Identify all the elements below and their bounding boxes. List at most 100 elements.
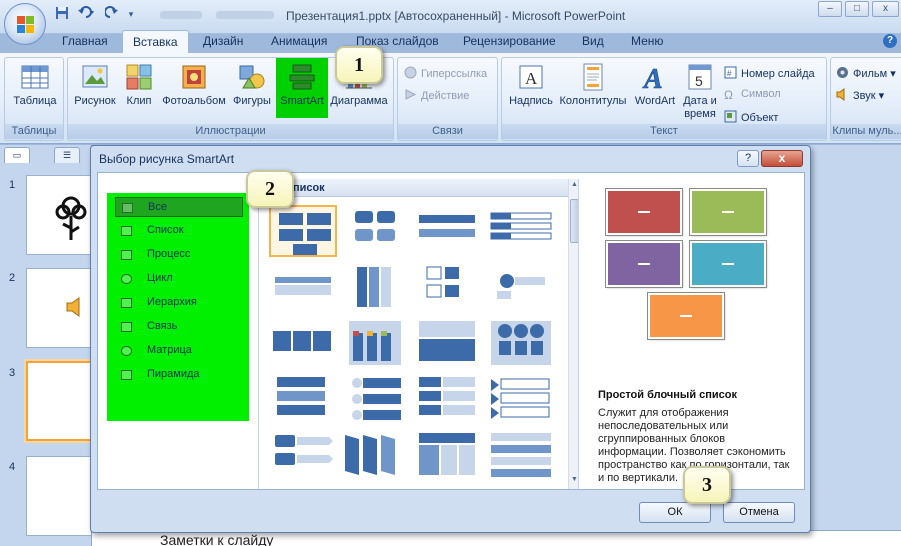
layout-thumbnail[interactable] — [341, 373, 409, 425]
close-window-button[interactable]: x — [872, 1, 899, 17]
gallery-scrollbar[interactable]: ▲ ▼ — [568, 179, 578, 489]
flower-drawing-icon — [55, 196, 87, 240]
category-all[interactable]: Все — [115, 197, 243, 217]
layout-thumbnail[interactable] — [487, 205, 555, 257]
action-button[interactable]: Действие — [404, 88, 469, 102]
pyramid-icon — [121, 370, 132, 380]
photo-album-icon — [182, 65, 206, 89]
layout-thumbnail[interactable] — [413, 373, 481, 425]
layout-thumbnail[interactable] — [269, 429, 337, 481]
layout-thumbnail[interactable] — [341, 317, 409, 369]
qat-customize-icon[interactable]: ▾ — [126, 6, 136, 22]
tab-review[interactable]: Рецензирование — [463, 34, 556, 48]
slides-panel: ▭ ☰ 1 2 3 4 — [0, 145, 92, 546]
shapes-button[interactable]: Фигуры — [231, 62, 273, 107]
sound-button[interactable]: Звук ▾ — [836, 88, 884, 102]
hyperlink-icon — [404, 66, 417, 79]
header-footer-button[interactable]: Колонтитулы — [559, 62, 627, 107]
sound-label: Звук — [853, 90, 876, 102]
object-label: Объект — [741, 112, 779, 124]
slide-thumbnail[interactable] — [26, 456, 92, 536]
tab-menu[interactable]: Меню — [631, 34, 663, 48]
slide-thumbnail-selected[interactable] — [26, 361, 92, 441]
minimize-button[interactable]: – — [818, 1, 842, 17]
object-button[interactable]: Объект — [724, 110, 778, 124]
layout-thumbnail[interactable] — [341, 205, 409, 257]
textbox-button[interactable]: A Надпись — [506, 62, 556, 107]
layout-thumbnail[interactable] — [269, 373, 337, 425]
redo-icon[interactable] — [104, 6, 120, 22]
slide-number-button[interactable]: # Номер слайда — [724, 66, 815, 80]
layout-thumbnail[interactable] — [487, 317, 555, 369]
tab-view[interactable]: Вид — [582, 34, 604, 48]
hyperlink-button[interactable]: Гиперссылка — [404, 66, 487, 80]
layout-thumbnail-selected[interactable] — [269, 205, 337, 257]
category-relationship[interactable]: Связь — [115, 317, 243, 337]
group-links: Гиперссылка Действие Связи — [397, 57, 498, 141]
wordart-button[interactable]: A WordArt — [630, 62, 680, 107]
layout-thumbnail[interactable] — [341, 261, 409, 313]
undo-icon[interactable] — [76, 6, 98, 22]
slide-number-icon: # — [724, 66, 737, 79]
smartart-button[interactable]: SmartArt — [276, 62, 328, 107]
layout-diagram-icon — [352, 378, 401, 420]
slide-number: 1 — [9, 179, 16, 191]
picture-button[interactable]: Рисунок — [71, 62, 119, 107]
category-process[interactable]: Процесс — [115, 245, 243, 265]
scroll-thumb[interactable] — [570, 199, 578, 243]
relationship-icon — [121, 322, 132, 332]
tab-design[interactable]: Дизайн — [203, 34, 243, 48]
slide-thumbnail[interactable] — [26, 268, 92, 348]
dialog-help-button[interactable]: ? — [737, 150, 759, 167]
preview-title: Простой блочный список — [598, 389, 738, 401]
group-label-links: Связи — [398, 124, 497, 139]
category-cycle[interactable]: Цикл — [115, 269, 243, 289]
layout-thumbnail[interactable] — [487, 429, 555, 481]
layout-thumbnail[interactable] — [487, 373, 555, 425]
datetime-button[interactable]: 5 Дата и время — [680, 62, 720, 121]
layout-thumbnail[interactable] — [413, 317, 481, 369]
symbol-button[interactable]: Ω Символ — [724, 88, 781, 102]
clip-button[interactable]: Клип — [122, 62, 156, 107]
table-button[interactable]: Таблица — [11, 62, 59, 107]
tab-animation[interactable]: Анимация — [271, 34, 327, 48]
layout-thumbnail[interactable] — [413, 429, 481, 481]
category-pyramid[interactable]: Пирамида — [115, 365, 243, 385]
layout-thumbnail[interactable] — [269, 317, 337, 369]
maximize-button[interactable]: □ — [845, 1, 869, 17]
table-label: Таблица — [13, 95, 57, 107]
outline-tab-icon[interactable]: ☰ — [54, 147, 80, 163]
category-list: Все Список Процесс Цикл Иерархия Связь М… — [107, 193, 249, 421]
movie-button[interactable]: Фильм ▾ — [836, 66, 896, 80]
layout-thumbnail[interactable] — [487, 261, 555, 313]
category-label: Процесс — [147, 248, 191, 260]
dialog-close-button[interactable]: x — [761, 150, 803, 167]
slide-thumbnail[interactable] — [26, 175, 92, 255]
layout-diagram-icon — [426, 266, 459, 298]
omega-icon: Ω — [724, 88, 733, 102]
layout-thumbnail[interactable] — [269, 261, 337, 313]
scroll-down-icon[interactable]: ▼ — [570, 476, 578, 486]
layout-thumbnail[interactable] — [413, 205, 481, 257]
scroll-up-icon[interactable]: ▲ — [570, 181, 578, 191]
photo-album-button[interactable]: Фотоальбом — [160, 62, 228, 107]
category-matrix[interactable]: Матрица — [115, 341, 243, 361]
help-icon[interactable]: ? — [883, 34, 897, 48]
tab-home[interactable]: Главная — [62, 34, 108, 48]
ok-button[interactable]: ОК — [639, 502, 711, 523]
slides-tab-icon[interactable]: ▭ — [4, 147, 30, 163]
group-label-media: Клипы муль... — [831, 124, 901, 139]
office-button[interactable] — [4, 3, 46, 45]
layout-thumbnail[interactable] — [341, 429, 409, 481]
dialog-content: Все Список Процесс Цикл Иерархия Связь М… — [97, 172, 805, 490]
layout-thumbnail[interactable] — [413, 261, 481, 313]
save-icon[interactable] — [54, 6, 70, 22]
header-footer-icon — [583, 63, 603, 91]
category-label: Иерархия — [147, 296, 197, 308]
tab-insert[interactable]: Вставка — [122, 30, 189, 54]
cancel-button[interactable]: Отмена — [723, 502, 795, 523]
clip-label: Клип — [126, 95, 152, 107]
category-list-item[interactable]: Список — [115, 221, 243, 241]
shapes-icon — [239, 65, 265, 89]
category-hierarchy[interactable]: Иерархия — [115, 293, 243, 313]
